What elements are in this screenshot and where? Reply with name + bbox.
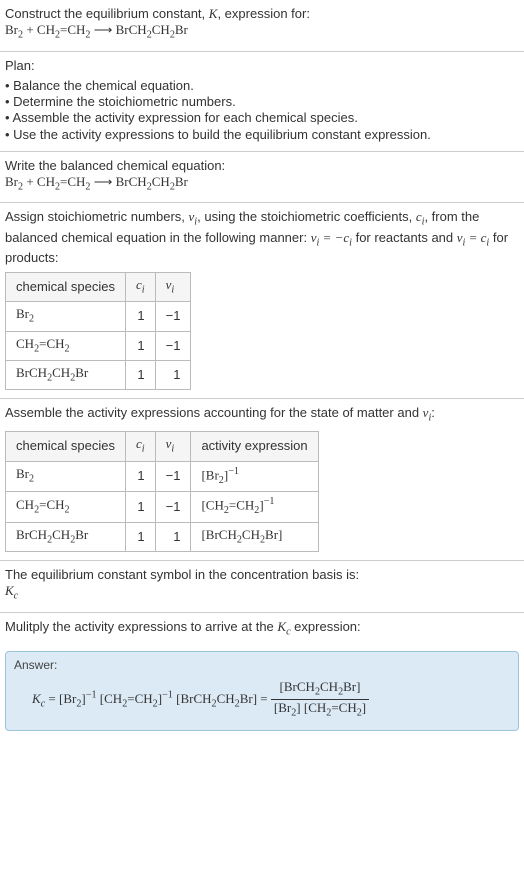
stoich-explain-section: Assign stoichiometric numbers, νi, using… xyxy=(0,203,524,398)
plan-list: Balance the chemical equation. Determine… xyxy=(5,78,519,143)
col-nu: νi xyxy=(155,273,191,302)
prompt-text-2: , expression for: xyxy=(217,6,310,21)
table-row: BrCH2CH2Br11[BrCH2CH2Br] xyxy=(6,522,319,551)
balanced-eqn-section: Write the balanced chemical equation: Br… xyxy=(0,152,524,203)
prompt-text-1: Construct the equilibrium constant, xyxy=(5,6,209,21)
table-row: CH2=CH21−1[CH2=CH2]−1 xyxy=(6,492,319,523)
kc-symbol-section: The equilibrium constant symbol in the c… xyxy=(0,561,524,612)
table-row: CH2=CH21−1 xyxy=(6,331,191,360)
plan-section: Plan: Balance the chemical equation. Det… xyxy=(0,52,524,151)
answer-box: Answer: Kc = [Br2]−1 [CH2=CH2]−1 [BrCH2C… xyxy=(5,651,519,732)
table-header-row: chemical species ci νi activity expressi… xyxy=(6,432,319,461)
reaction-equation-1: Br2 + CH2=CH2 ⟶ BrCH2CH2Br xyxy=(5,22,188,37)
col-species: chemical species xyxy=(6,273,126,302)
answer-label: Answer: xyxy=(14,658,510,673)
table-row: BrCH2CH2Br11 xyxy=(6,360,191,389)
stoich-table: chemical species ci νi Br21−1 CH2=CH21−1… xyxy=(5,272,191,390)
multiply-section: Mulitply the activity expressions to arr… xyxy=(0,613,524,647)
Kc-symbol: Kc xyxy=(5,583,18,598)
balanced-heading: Write the balanced chemical equation: xyxy=(5,158,519,174)
answer-equation: Kc = [Br2]−1 [CH2=CH2]−1 [BrCH2CH2Br] = … xyxy=(32,679,510,721)
nu-i: νi xyxy=(189,209,198,224)
plan-item: Balance the chemical equation. xyxy=(5,78,519,94)
table-header-row: chemical species ci νi xyxy=(6,273,191,302)
plan-item: Determine the stoichiometric numbers. xyxy=(5,94,519,110)
fraction: [BrCH2CH2Br][Br2] [CH2=CH2] xyxy=(271,679,369,721)
plan-item: Use the activity expressions to build th… xyxy=(5,127,519,143)
plan-item: Assemble the activity expression for eac… xyxy=(5,110,519,126)
activity-section: Assemble the activity expressions accoun… xyxy=(0,399,524,560)
col-c: ci xyxy=(126,273,156,302)
table-row: Br21−1[Br2]−1 xyxy=(6,461,319,492)
plan-heading: Plan: xyxy=(5,58,519,74)
table-row: Br21−1 xyxy=(6,302,191,331)
activity-table: chemical species ci νi activity expressi… xyxy=(5,431,319,552)
prompt-section: Construct the equilibrium constant, K, e… xyxy=(0,0,524,51)
reaction-equation-2: Br2 + CH2=CH2 ⟶ BrCH2CH2Br xyxy=(5,174,188,189)
